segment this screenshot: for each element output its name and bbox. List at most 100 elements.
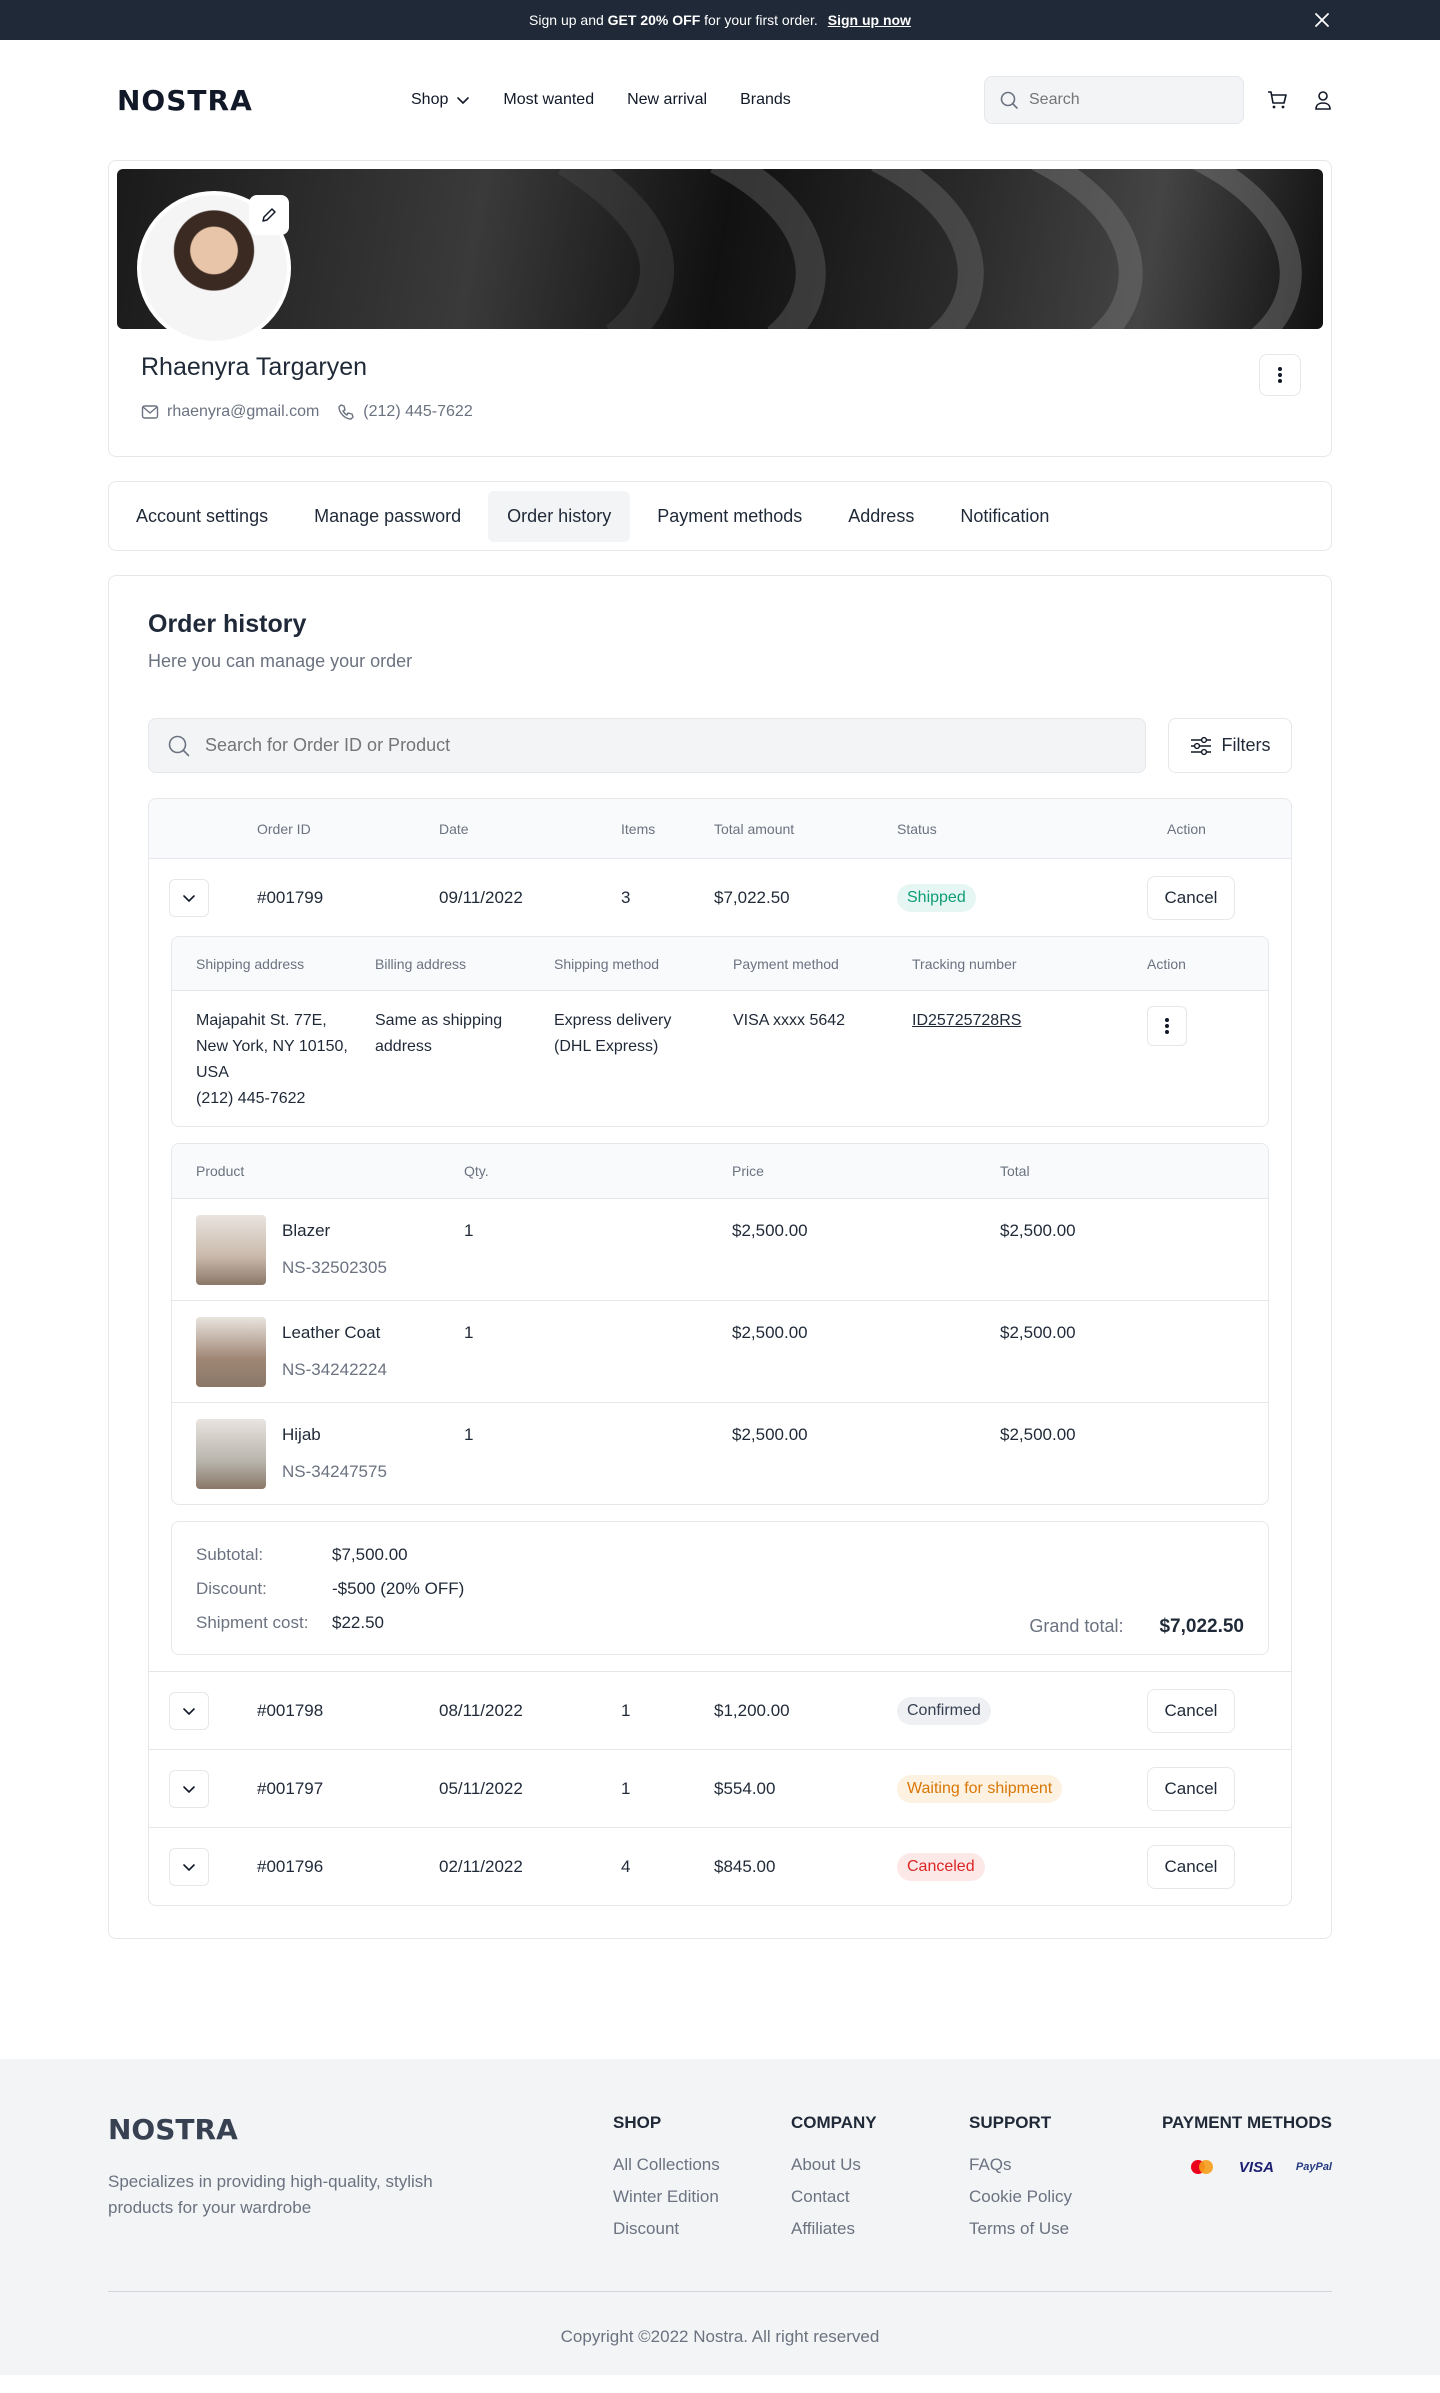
table-row: #001798 08/11/2022 1 $1,200.00 Confirmed… — [149, 1671, 1291, 1749]
cancel-button[interactable]: Cancel — [1147, 1688, 1235, 1733]
cover-image — [117, 169, 1323, 329]
tab-manage-password[interactable]: Manage password — [295, 491, 480, 542]
promo-bar: Sign up and GET 20% OFF for your first o… — [0, 0, 1440, 40]
paypal-icon: PayPal — [1295, 2161, 1332, 2173]
mastercard-icon — [1187, 2157, 1217, 2177]
section-title: Order history — [148, 610, 307, 638]
product-row: Blazer NS-32502305 1 $2,500.00 $2,500.00 — [172, 1198, 1268, 1300]
col-payment-method: Payment method — [733, 955, 839, 972]
status-badge: Waiting for shipment — [897, 1774, 1063, 1803]
footer-link[interactable]: FAQs — [969, 2155, 1072, 2175]
payment-title: PAYMENT METHODS — [1161, 2113, 1332, 2132]
footer-col-support: SUPPORT FAQs Cookie Policy Terms of Use — [969, 2113, 1072, 2251]
col-date: Date — [439, 820, 469, 837]
product-thumbnail[interactable] — [196, 1215, 266, 1285]
close-icon[interactable] — [1312, 10, 1332, 30]
product-row: Leather Coat NS-34242224 1 $2,500.00 $2,… — [172, 1300, 1268, 1402]
products-header: Product Qty. Price Total — [172, 1144, 1268, 1198]
expand-row-button[interactable] — [169, 878, 209, 917]
footer-link[interactable]: Affiliates — [791, 2219, 877, 2239]
profile-phone: (212) 445-7622 — [337, 403, 473, 421]
product-name[interactable]: Hijab — [282, 1425, 387, 1445]
col-detail-action: Action — [1147, 955, 1186, 972]
discount-line: Discount: -$500 (20% OFF) — [196, 1572, 1244, 1606]
phone-icon — [337, 403, 355, 421]
product-price: $2,500.00 — [732, 1221, 808, 1240]
order-search-input[interactable] — [205, 735, 1127, 756]
order-search — [148, 718, 1146, 773]
order-details: Shipping address Billing address Shippin… — [149, 936, 1291, 1671]
shipping-method: Express delivery (DHL Express) — [554, 1012, 672, 1055]
cancel-button[interactable]: Cancel — [1147, 1766, 1235, 1811]
tab-notification[interactable]: Notification — [941, 491, 1068, 542]
tab-address[interactable]: Address — [829, 491, 933, 542]
status-badge: Canceled — [897, 1852, 985, 1881]
section-subtitle: Here you can manage your order — [148, 651, 413, 671]
footer-col-title: SHOP — [613, 2113, 662, 2132]
sliders-icon — [1190, 736, 1212, 756]
edit-avatar-button[interactable] — [249, 195, 289, 235]
tab-order-history[interactable]: Order history — [488, 490, 631, 542]
col-shipping-method: Shipping method — [554, 955, 660, 972]
visa-icon: VISA — [1238, 2158, 1274, 2176]
col-tracking-number: Tracking number — [912, 955, 1017, 972]
nav-brands[interactable]: Brands — [740, 91, 791, 109]
chevron-down-icon — [182, 891, 196, 905]
chevron-down-icon — [182, 1704, 196, 1718]
col-action: Action — [1167, 820, 1206, 837]
footer-link[interactable]: Winter Edition — [613, 2187, 720, 2207]
expand-row-button[interactable] — [169, 1769, 209, 1808]
order-summary: Subtotal: $7,500.00 Discount: -$500 (20% O… — [171, 1521, 1269, 1655]
payment-methods: PAYMENT METHODS VISA PayPal — [1162, 2113, 1332, 2177]
order-total: $7,022.50 — [714, 887, 790, 907]
header-search-input[interactable] — [1029, 91, 1229, 109]
footer-link[interactable]: Cookie Policy — [969, 2187, 1072, 2207]
orders-table: Order ID Date Items Total amount Status … — [148, 798, 1292, 1906]
product-thumbnail[interactable] — [196, 1317, 266, 1387]
product-price: $2,500.00 — [732, 1323, 808, 1342]
order-date: 09/11/2022 — [439, 887, 523, 907]
detail-more-button[interactable] — [1147, 1006, 1187, 1046]
footer-link[interactable]: Terms of Use — [969, 2219, 1072, 2239]
product-thumbnail[interactable] — [196, 1419, 266, 1489]
footer-tagline: Specializes in providing high-quality, s… — [108, 2172, 433, 2217]
footer-link[interactable]: All Collections — [613, 2155, 720, 2175]
profile-contact: rhaenyra@gmail.com (212) 445-7622 — [141, 403, 473, 421]
tab-payment-methods[interactable]: Payment methods — [638, 491, 821, 542]
product-name[interactable]: Leather Coat — [282, 1323, 387, 1343]
profile-more-button[interactable] — [1259, 354, 1301, 396]
product-row: Hijab NS-34247575 1 $2,500.00 $2,500.00 — [172, 1402, 1268, 1504]
footer-link[interactable]: About Us — [791, 2155, 877, 2175]
order-search-row: Filters — [148, 718, 1292, 773]
filters-button[interactable]: Filters — [1168, 718, 1292, 773]
footer-col-shop: SHOP All Collections Winter Edition Disc… — [613, 2113, 720, 2251]
cancel-button[interactable]: Cancel — [1147, 1844, 1235, 1889]
order-date: 05/11/2022 — [439, 1778, 523, 1798]
product-name[interactable]: Blazer — [282, 1221, 387, 1241]
footer-logo[interactable]: NOSTRA — [108, 2113, 238, 2146]
product-qty: 1 — [464, 1221, 474, 1240]
expand-row-button[interactable] — [169, 1691, 209, 1730]
order-id: #001798 — [257, 1700, 324, 1720]
order-items: 4 — [621, 1856, 631, 1876]
product-sku: NS-32502305 — [282, 1258, 387, 1277]
footer-link[interactable]: Discount — [613, 2219, 720, 2239]
header-search — [984, 76, 1244, 124]
footer-divider — [108, 2291, 1332, 2292]
shipping-info-card: Shipping address Billing address Shippin… — [171, 936, 1269, 1127]
footer-link[interactable]: Contact — [791, 2187, 877, 2207]
nav-most-wanted[interactable]: Most wanted — [503, 91, 594, 109]
nav-shop[interactable]: Shop — [411, 91, 470, 109]
expand-row-button[interactable] — [169, 1847, 209, 1886]
cart-icon[interactable] — [1266, 89, 1288, 111]
profile-name: Rhaenyra Targaryen — [141, 353, 368, 381]
logo[interactable]: NOSTRA — [117, 84, 253, 117]
nav-new-arrival[interactable]: New arrival — [627, 91, 707, 109]
tracking-number-link[interactable]: ID25725728RS — [912, 1012, 1021, 1029]
kebab-icon — [1277, 366, 1283, 384]
tab-account-settings[interactable]: Account settings — [117, 491, 287, 542]
user-icon[interactable] — [1312, 89, 1334, 111]
cancel-button[interactable]: Cancel — [1147, 875, 1235, 920]
signup-link[interactable]: Sign up now — [828, 12, 911, 28]
profile-email: rhaenyra@gmail.com — [141, 403, 319, 421]
